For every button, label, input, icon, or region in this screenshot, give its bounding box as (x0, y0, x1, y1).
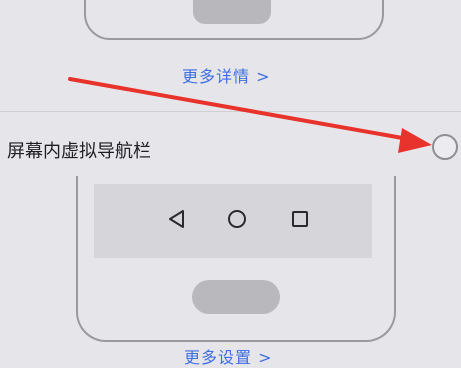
annotation-arrow-icon (68, 77, 432, 153)
